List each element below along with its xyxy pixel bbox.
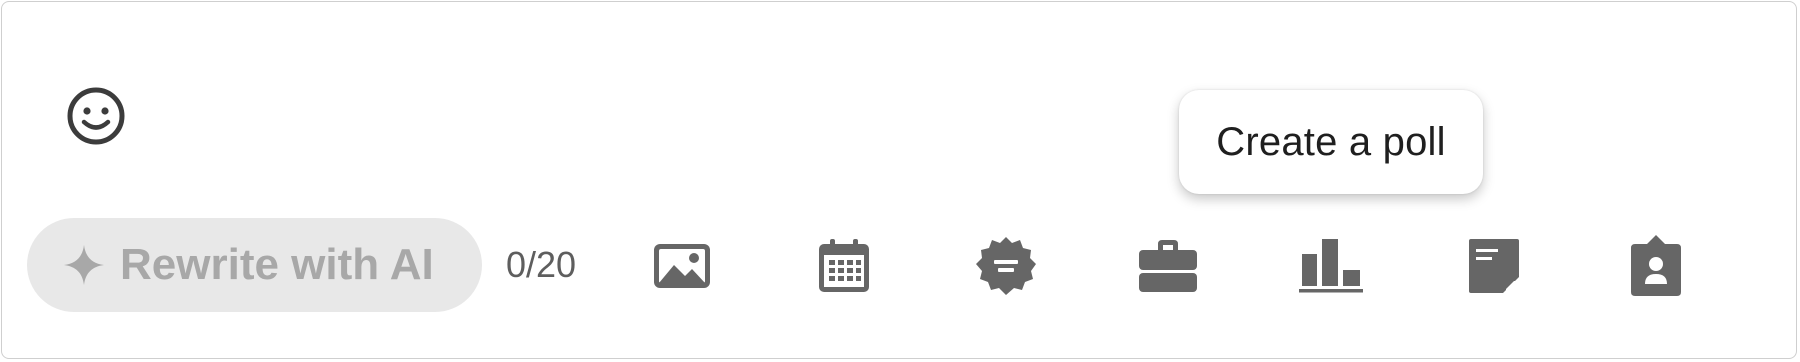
emoji-button[interactable] (64, 84, 128, 148)
badge-icon (976, 237, 1036, 295)
create-poll-button[interactable] (1296, 230, 1368, 302)
bar-chart-icon (1299, 239, 1363, 293)
post-composer: Create a poll Rewrite with AI 0/20 (1, 1, 1797, 359)
create-poll-tooltip: Create a poll (1179, 90, 1483, 194)
rewrite-with-ai-button[interactable]: Rewrite with AI (27, 218, 482, 312)
sticky-note-icon (1469, 239, 1519, 293)
share-job-button[interactable] (1132, 230, 1204, 302)
write-article-button[interactable] (1458, 230, 1530, 302)
sparkle-icon (62, 243, 106, 287)
rewrite-with-ai-label: Rewrite with AI (120, 240, 434, 289)
id-badge-icon (1631, 235, 1681, 296)
briefcase-icon (1139, 240, 1197, 292)
add-image-button[interactable] (646, 230, 718, 302)
celebrate-button[interactable] (970, 230, 1042, 302)
find-expert-button[interactable] (1620, 230, 1692, 302)
smiley-face-icon (67, 87, 125, 145)
calendar-icon (819, 239, 869, 292)
character-counter: 0/20 (506, 244, 577, 285)
image-icon (654, 244, 710, 288)
add-event-button[interactable] (808, 230, 880, 302)
